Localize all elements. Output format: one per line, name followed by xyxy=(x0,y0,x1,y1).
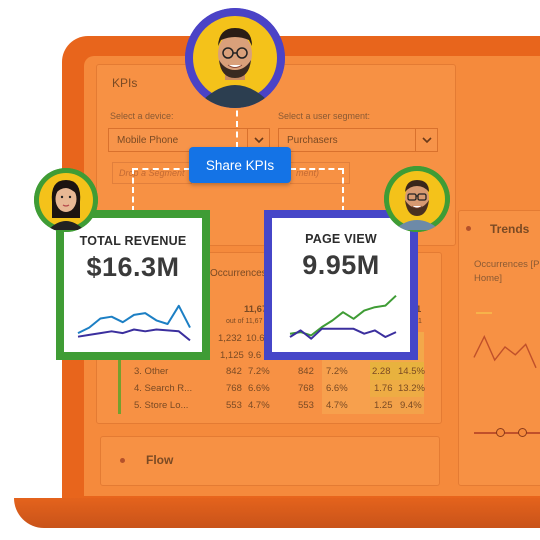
table-total-right-subtext: 1 xyxy=(418,318,422,325)
slider-handle[interactable] xyxy=(496,428,505,437)
table-cell: 4.7% xyxy=(248,400,270,411)
kpis-panel-title: KPIs xyxy=(112,76,138,90)
table-cell: 1,232 xyxy=(218,333,242,344)
table-cell: 1.76 xyxy=(374,383,393,394)
table-row-label[interactable]: 5. Store Lo... xyxy=(134,400,188,411)
trends-slider[interactable] xyxy=(474,432,540,434)
table-cell: 842 xyxy=(226,366,242,377)
avatar-top-man[interactable] xyxy=(185,8,285,108)
flow-dot-icon xyxy=(120,458,125,463)
sparkline-series-1 xyxy=(77,328,191,342)
person-avatar-icon xyxy=(384,166,450,232)
table-cell: 9.6 xyxy=(248,350,262,361)
table-cell: 1,125 xyxy=(220,350,244,361)
total-revenue-card[interactable]: TOTAL REVENUE $16.3M xyxy=(56,210,210,360)
segment-dropdown[interactable]: Purchasers xyxy=(278,128,438,152)
slider-handle[interactable] xyxy=(518,428,527,437)
total-revenue-sparkline xyxy=(77,304,191,342)
page-view-label: PAGE VIEW xyxy=(305,232,377,246)
chevron-down-icon xyxy=(415,129,437,151)
avatar-right-man[interactable] xyxy=(384,166,450,232)
flow-panel-title: Flow xyxy=(146,453,174,467)
segment-drop-zone[interactable]: Drop a Segment xyxy=(112,162,192,184)
connector-line xyxy=(290,168,344,170)
table-row-label[interactable]: 3. Other xyxy=(134,366,168,377)
device-dropdown-value: Mobile Phone xyxy=(117,134,179,146)
segment-dropdown-value: Purchasers xyxy=(287,134,338,146)
table-cell: 1.25 xyxy=(374,400,393,411)
occurrences-column-header: Occurrences xyxy=(210,268,267,279)
table-cell: 6.6% xyxy=(248,383,270,394)
trends-panel-title: Trends xyxy=(490,222,530,236)
connector-line xyxy=(342,168,344,212)
table-cell: 14.5% xyxy=(398,366,425,377)
laptop-base xyxy=(14,498,540,528)
table-cell: 2.28 xyxy=(372,366,391,377)
person-avatar-icon xyxy=(34,168,98,232)
table-cell: 842 xyxy=(298,366,314,377)
page-view-value: 9.95M xyxy=(302,250,380,280)
connector-line xyxy=(132,168,190,170)
table-total-subtext: out of 11,67 xyxy=(226,318,263,325)
table-cell: 13.2% xyxy=(398,383,425,394)
table-cell: 553 xyxy=(226,400,242,411)
segment-select-label: Select a user segment: xyxy=(278,111,371,121)
table-cell: 7.2% xyxy=(248,366,270,377)
trends-legend-swatch xyxy=(476,312,492,314)
avatar-left-woman[interactable] xyxy=(34,168,98,232)
trends-dot-icon xyxy=(466,226,471,231)
total-revenue-label: TOTAL REVENUE xyxy=(79,234,187,248)
page-view-card[interactable]: PAGE VIEW 9.95M xyxy=(264,210,418,360)
table-cell: 768 xyxy=(226,383,242,394)
connector-line xyxy=(132,168,134,212)
share-kpis-button[interactable]: Share KPIs xyxy=(189,147,291,183)
sparkline-series-1 xyxy=(289,327,397,340)
table-cell: 9.4% xyxy=(400,400,422,411)
table-cell: 553 xyxy=(298,400,314,411)
segment-drop-zone-right[interactable]: ment) xyxy=(290,162,350,184)
table-cell: 768 xyxy=(298,383,314,394)
device-select-label: Select a device: xyxy=(110,111,174,121)
person-avatar-icon xyxy=(185,8,285,108)
trends-panel-subtitle: Occurrences [P Home] xyxy=(474,259,540,284)
table-cell: 10.6 xyxy=(246,333,265,344)
table-cell: 7.2% xyxy=(326,366,348,377)
trends-sparkline xyxy=(473,334,537,369)
page-view-sparkline xyxy=(289,294,397,340)
table-cell: 6.6% xyxy=(326,383,348,394)
total-revenue-value: $16.3M xyxy=(86,252,180,282)
table-row-label[interactable]: 4. Search R... xyxy=(134,383,192,394)
table-cell: 4.7% xyxy=(326,400,348,411)
